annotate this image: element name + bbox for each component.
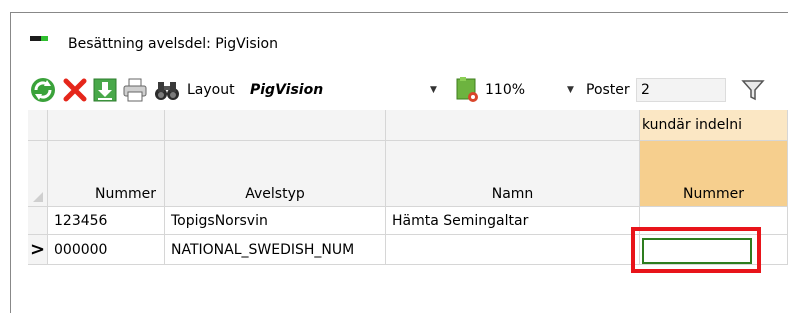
app-mark-icon	[30, 35, 48, 41]
table-cell[interactable]: 000000	[48, 235, 165, 265]
cell-text: NATIONAL_SWEDISH_NUM	[171, 241, 355, 258]
group-header-sekundar: kundär indelni	[640, 110, 788, 141]
row-indicator-current[interactable]: >	[28, 235, 48, 265]
column-header-nummer[interactable]: Nummer	[48, 141, 165, 207]
column-header-label: Namn	[491, 186, 534, 202]
group-header-blank	[165, 110, 386, 141]
column-header-label: Avelstyp	[245, 186, 305, 202]
title-bar: Besättning avelsdel: PigVision	[30, 30, 278, 58]
zoom-value: 110%	[485, 82, 526, 98]
cell-text: TopigsNorsvin	[171, 212, 268, 229]
poster-count-field[interactable]: 2	[636, 78, 726, 102]
column-header-label: Nummer	[95, 186, 156, 202]
sort-corner-icon	[32, 192, 43, 202]
column-header-sekundar-nummer[interactable]: Nummer	[640, 141, 788, 207]
layout-label: Layout	[187, 82, 235, 98]
group-header-blank	[48, 110, 165, 141]
row-header-corner	[28, 141, 48, 207]
filter-button[interactable]	[738, 75, 768, 105]
table-cell[interactable]: 123456	[48, 207, 165, 235]
layout-select[interactable]: PigVision ▼	[250, 74, 450, 106]
column-header-label: Nummer	[683, 186, 744, 202]
delete-icon	[63, 78, 87, 102]
print-button[interactable]	[120, 75, 150, 105]
delete-button[interactable]	[60, 75, 90, 105]
table-cell[interactable]: Hämta Semingaltar	[386, 207, 640, 235]
binoculars-icon	[155, 82, 179, 100]
column-header-namn[interactable]: Namn	[386, 141, 640, 207]
binoculars-button[interactable]	[152, 75, 182, 105]
group-header-blank	[386, 110, 640, 141]
table-cell[interactable]: NATIONAL_SWEDISH_NUM	[165, 235, 386, 265]
poster-label: Poster	[586, 82, 630, 98]
layout-select-value: PigVision	[250, 82, 324, 98]
print-icon	[123, 78, 147, 102]
table-cell[interactable]	[386, 235, 640, 265]
highlight-box	[631, 227, 761, 273]
chevron-down-icon: ▼	[430, 85, 437, 95]
cell-text: 123456	[54, 212, 108, 229]
poster-count-value: 2	[641, 82, 650, 98]
row-indicator-text: >	[29, 239, 46, 260]
column-header-avelstyp[interactable]: Avelstyp	[165, 141, 386, 207]
toolbar: Layout PigVision ▼ 110% ▼ Poster 2	[28, 74, 788, 106]
layout-settings-button[interactable]	[452, 75, 482, 105]
zoom-select[interactable]: 110% ▼	[485, 74, 585, 106]
data-grid: kundär indelni Nummer Avelstyp Namn Numm…	[28, 110, 788, 291]
layout-settings-icon	[456, 77, 478, 102]
refresh-button[interactable]	[28, 75, 58, 105]
window-title: Besättning avelsdel: PigVision	[68, 36, 278, 52]
row-indicator[interactable]	[28, 207, 48, 235]
cell-text: 000000	[54, 241, 108, 258]
download-icon	[93, 78, 117, 102]
header-corner	[28, 110, 48, 141]
group-header-label: kundär indelni	[642, 117, 743, 133]
refresh-icon	[31, 78, 55, 102]
chevron-down-icon: ▼	[567, 85, 574, 95]
filter-icon	[741, 80, 765, 101]
table-cell[interactable]: TopigsNorsvin	[165, 207, 386, 235]
cell-text: Hämta Semingaltar	[392, 212, 529, 229]
download-button[interactable]	[90, 75, 120, 105]
